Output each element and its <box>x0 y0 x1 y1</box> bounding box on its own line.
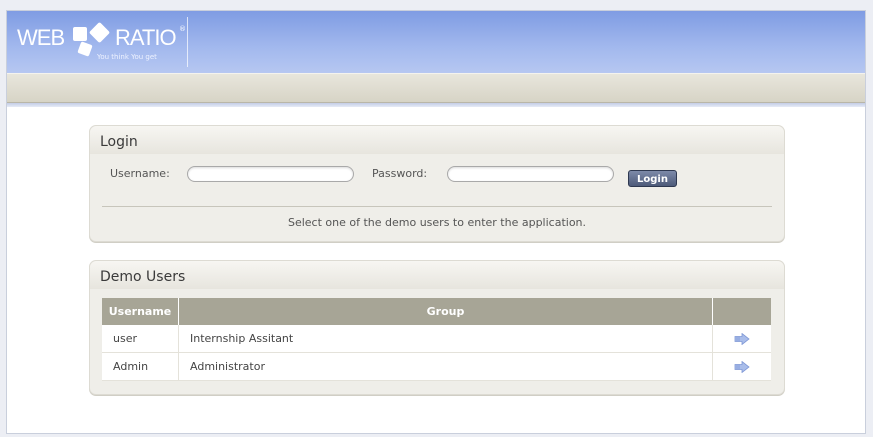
logo-text-ratio: RATIO <box>115 25 177 50</box>
login-panel-title: Login <box>100 134 138 150</box>
login-panel: Login Username: Password: Login Select o… <box>89 125 785 242</box>
demo-users-panel: Demo Users Username Group user Internshi… <box>89 260 785 395</box>
login-divider <box>102 206 772 207</box>
table-header-row: Username Group <box>102 298 771 325</box>
table-row: Admin Administrator <box>102 352 771 381</box>
password-label: Password: <box>372 167 428 180</box>
column-header-group: Group <box>178 298 713 325</box>
nav-underline <box>7 103 865 107</box>
cell-username: Admin <box>102 352 179 381</box>
logo-registered-mark: ® <box>179 25 186 33</box>
table-row: user Internship Assitant <box>102 325 771 353</box>
logo-diamond-icon <box>88 21 111 44</box>
cell-username: user <box>102 325 179 353</box>
cell-action <box>712 325 771 353</box>
demo-users-panel-header <box>90 261 784 289</box>
demo-users-table: Username Group user Internship Assitant <box>102 298 771 381</box>
logo-small-square-icon <box>77 41 93 57</box>
logo-tagline: You think You get <box>97 53 157 61</box>
logo-text-web: WEB <box>17 25 65 50</box>
username-input[interactable] <box>187 166 354 182</box>
header-divider <box>187 17 188 67</box>
header: WEB RATIO ® You think You get <box>7 11 865 74</box>
login-button[interactable]: Login <box>628 170 677 187</box>
webratio-logo: WEB RATIO ® You think You get <box>17 21 187 65</box>
logo-square-icon <box>73 27 87 41</box>
login-panel-header <box>90 126 784 154</box>
login-hint-text: Select one of the demo users to enter th… <box>287 216 587 229</box>
column-header-username: Username <box>102 298 179 325</box>
password-input[interactable] <box>447 166 614 182</box>
column-header-action <box>712 298 771 325</box>
arrow-right-icon[interactable] <box>734 333 750 345</box>
cell-group: Internship Assitant <box>178 325 713 353</box>
page-frame: WEB RATIO ® You think You get Login User… <box>6 10 866 434</box>
arrow-right-icon[interactable] <box>734 361 750 373</box>
nav-bar <box>7 73 865 103</box>
cell-action <box>712 352 771 381</box>
cell-group: Administrator <box>178 352 713 381</box>
demo-users-panel-title: Demo Users <box>100 269 186 285</box>
username-label: Username: <box>110 167 170 180</box>
